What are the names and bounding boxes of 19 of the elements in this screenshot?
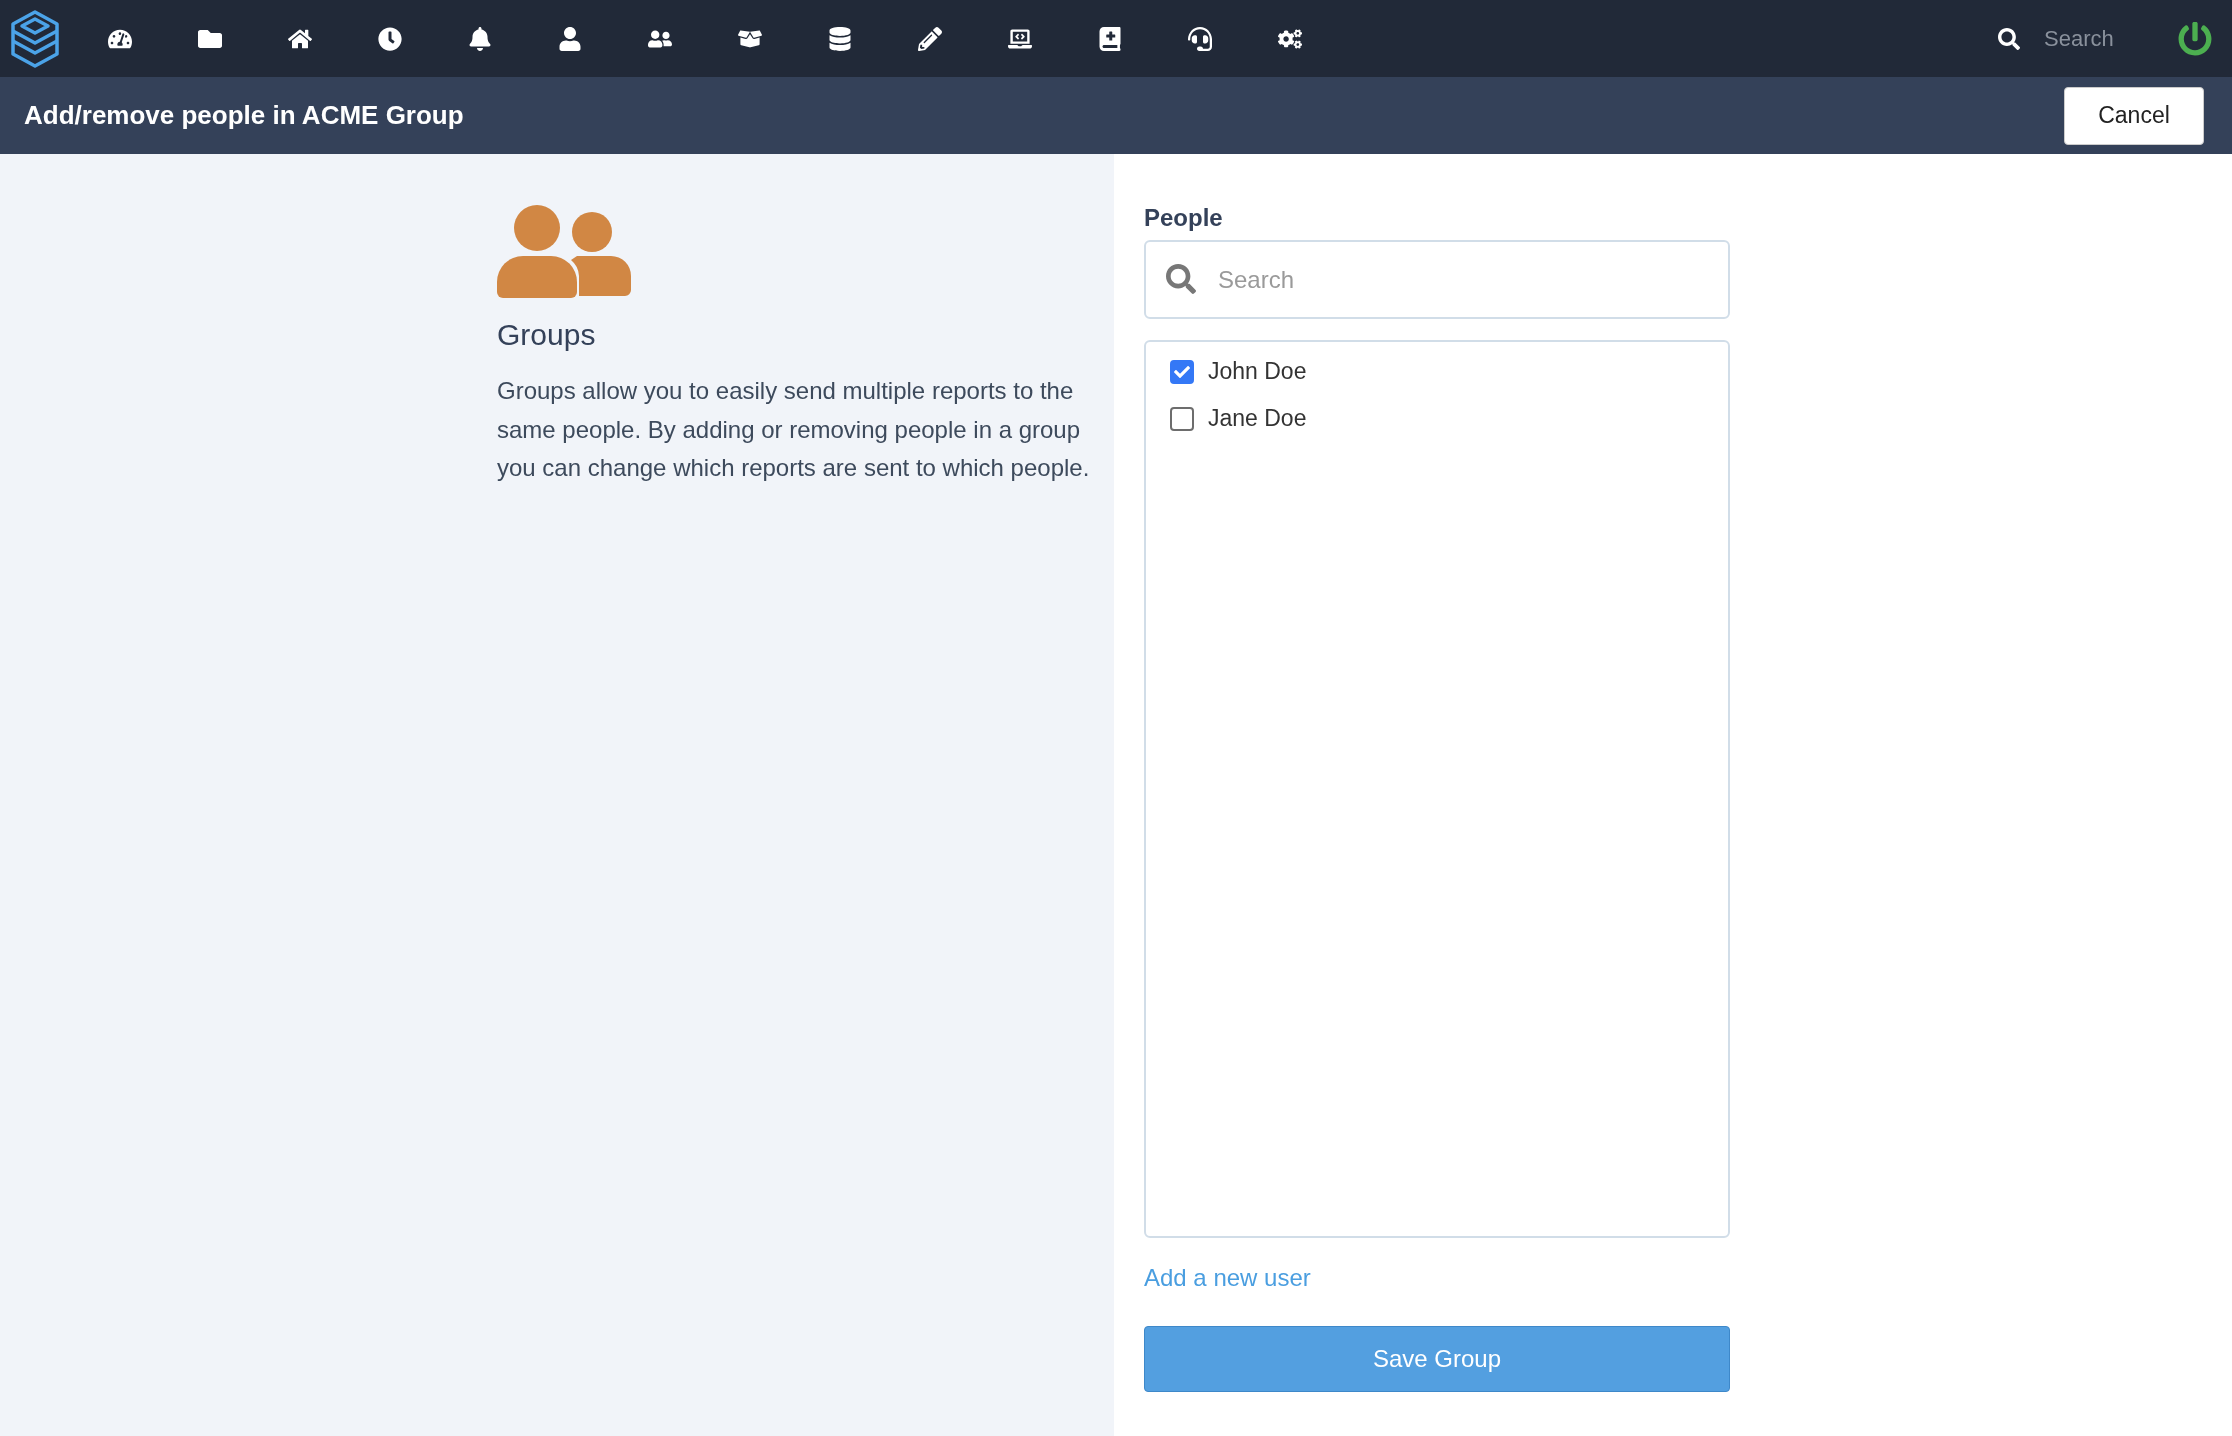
- search-field[interactable]: Search: [1144, 240, 1730, 319]
- page-title: Add/remove people in ACME Group: [24, 100, 464, 131]
- person-name: John Doe: [1208, 358, 1307, 385]
- people-icon: [497, 204, 631, 298]
- description-text: Groups allow you to easily send multiple reports to the same people. By adding or removing people in a group you can change which reports are sent to which people.: [497, 376, 1091, 483]
- search-field[interactable]: Search: [2042, 24, 2136, 53]
- cancel-button[interactable]: Cancel: [2064, 86, 2204, 145]
- field-label: People: [1144, 204, 1224, 232]
- logo-icon[interactable]: [10, 8, 60, 69]
- power-button[interactable]: [2178, 21, 2212, 56]
- checkbox[interactable]: [1170, 359, 1194, 384]
- checkbox[interactable]: [1170, 406, 1194, 431]
- person-name: Jane Doe: [1208, 405, 1307, 432]
- save-button[interactable]: Save Group: [1144, 1326, 1730, 1392]
- search-icon: [1998, 27, 2020, 50]
- search-icon: [1166, 264, 1196, 294]
- check-icon: [1174, 363, 1190, 380]
- add-user-link[interactable]: Add a new user: [1144, 1264, 1311, 1292]
- section-title: Groups: [497, 318, 597, 352]
